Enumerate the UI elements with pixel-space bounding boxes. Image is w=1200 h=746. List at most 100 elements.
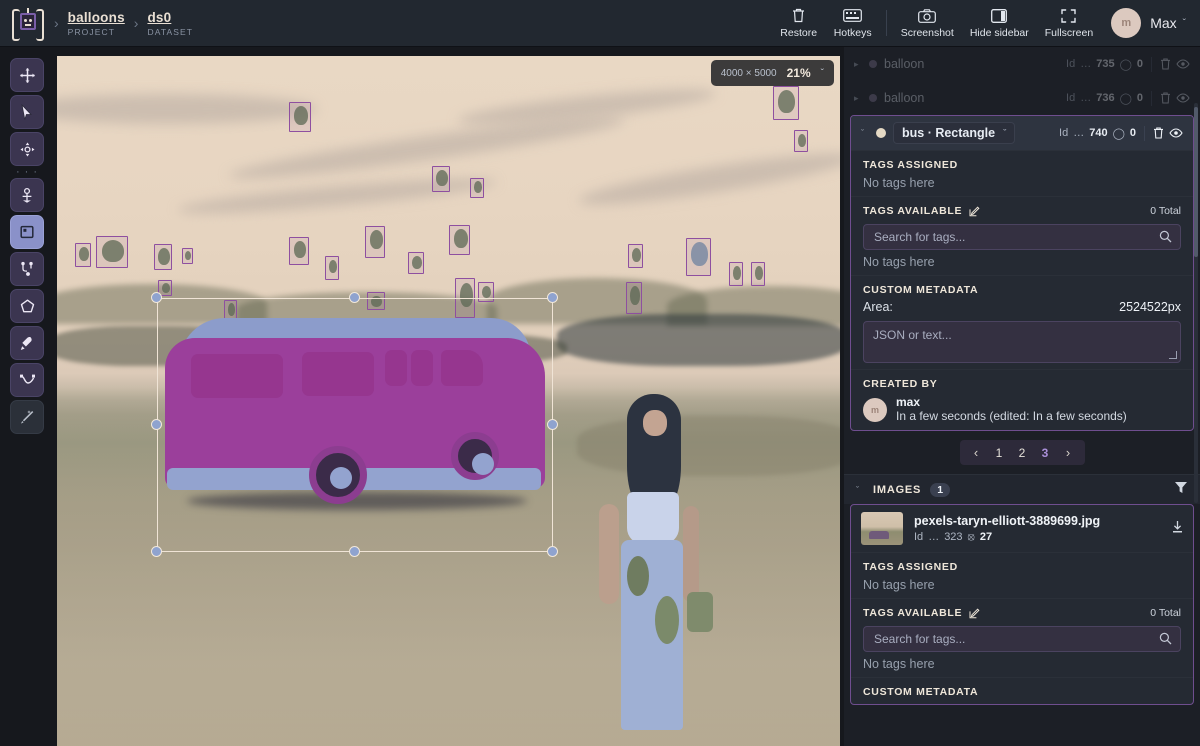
object-row-bus-740[interactable]: ˇ bus · Rectangle ˇ Id … 740 ◯ 0 [851, 116, 1193, 150]
resize-handle-e[interactable] [547, 419, 558, 430]
breadcrumb-dataset[interactable]: ds0 DATASET [147, 10, 193, 37]
bbox-balloon[interactable] [75, 243, 91, 267]
user-name[interactable]: Max [1150, 15, 1176, 31]
search-icon[interactable] [1159, 632, 1172, 648]
select-tool[interactable] [10, 95, 44, 129]
resize-handle-s[interactable] [349, 546, 360, 557]
breadcrumb-project-name[interactable]: balloons [68, 10, 125, 25]
image-list-item[interactable]: pexels-taryn-elliott-3889699.jpg Id … 32… [851, 505, 1193, 552]
tag-icon: ◯ [1112, 127, 1125, 140]
bbox-balloon[interactable] [154, 244, 172, 270]
custom-metadata-placeholder: JSON or text... [873, 328, 952, 342]
delete-object-icon[interactable] [1153, 127, 1164, 139]
object-class-dropdown[interactable]: bus · Rectangle ˇ [893, 122, 1016, 144]
resize-handle-se[interactable] [547, 546, 558, 557]
image-id-prefix: Id [914, 531, 924, 543]
brush-tool[interactable] [10, 326, 44, 360]
bbox-balloon[interactable] [449, 225, 470, 255]
filter-icon[interactable] [1174, 481, 1188, 499]
edit-tags-icon[interactable] [969, 205, 980, 217]
pagination-prev[interactable]: ‹ [966, 442, 987, 463]
delete-object-icon[interactable] [1160, 58, 1171, 70]
selection-rectangle[interactable] [157, 298, 553, 552]
bbox-balloon[interactable] [432, 166, 450, 192]
screenshot-button[interactable]: Screenshot [893, 0, 962, 47]
header-divider [885, 10, 887, 36]
chevron-down-icon[interactable]: ˇ [856, 485, 864, 495]
restore-button[interactable]: Restore [772, 0, 826, 47]
image-custom-metadata-section: CUSTOM METADATA [851, 677, 1193, 704]
chevron-right-icon[interactable]: ▸ [854, 93, 862, 104]
resize-handle-ne[interactable] [547, 292, 558, 303]
pagination-page-2[interactable]: 2 [1012, 442, 1033, 463]
selected-object-card: ˇ bus · Rectangle ˇ Id … 740 ◯ 0 TAGS AS… [850, 115, 1194, 431]
breadcrumb-dataset-name[interactable]: ds0 [147, 10, 193, 25]
polyline-tool[interactable] [10, 252, 44, 286]
transform-tool[interactable] [10, 132, 44, 166]
resize-handle-nw[interactable] [151, 292, 162, 303]
bbox-balloon[interactable] [470, 178, 484, 198]
object-row-balloon-736[interactable]: ▸ balloon Id … 736 ◯ 0 [844, 81, 1200, 115]
image-id-ellipsis: … [928, 531, 940, 543]
bbox-balloon[interactable] [686, 238, 711, 276]
chevron-down-icon[interactable]: ˇ [821, 68, 824, 79]
chevron-down-icon[interactable]: ˇ [1003, 128, 1006, 138]
download-icon[interactable] [1172, 520, 1183, 538]
toggle-visibility-icon[interactable] [1176, 59, 1190, 69]
chevron-down-icon[interactable]: ˇ [861, 128, 869, 138]
anchor-tool[interactable] [10, 178, 44, 212]
bbox-balloon[interactable] [408, 252, 424, 274]
hotkeys-button[interactable]: Hotkeys [826, 0, 880, 47]
bbox-balloon[interactable] [289, 237, 309, 265]
bbox-balloon[interactable] [325, 256, 339, 280]
resize-handle-w[interactable] [151, 419, 162, 430]
restore-icon [792, 7, 805, 24]
polygon-tool[interactable] [10, 289, 44, 323]
pagination-page-1[interactable]: 1 [989, 442, 1010, 463]
bbox-balloon[interactable] [773, 86, 799, 120]
images-section-header[interactable]: ˇ IMAGES 1 [844, 474, 1200, 504]
bbox-balloon[interactable] [289, 102, 311, 132]
bbox-balloon[interactable] [365, 226, 385, 258]
toggle-visibility-icon[interactable] [1169, 128, 1183, 138]
bbox-balloon[interactable] [96, 236, 128, 268]
pan-tool[interactable] [10, 58, 44, 92]
bbox-balloon[interactable] [729, 262, 743, 286]
pagination-page-3[interactable]: 3 [1035, 442, 1056, 463]
fullscreen-button[interactable]: Fullscreen [1037, 0, 1101, 47]
curve-tool[interactable] [10, 363, 44, 397]
robot-logo-icon[interactable] [11, 6, 45, 41]
edit-tags-icon[interactable] [969, 607, 980, 619]
object-row-balloon-735[interactable]: ▸ balloon Id … 735 ◯ 0 [844, 47, 1200, 81]
rectangle-tool[interactable] [10, 215, 44, 249]
bbox-balloon[interactable] [182, 248, 193, 264]
image-canvas[interactable]: 4000 × 5000 21% ˇ [57, 56, 840, 746]
resize-handle-sw[interactable] [151, 546, 162, 557]
pagination-next[interactable]: › [1058, 442, 1079, 463]
breadcrumb-project[interactable]: balloons PROJECT [68, 10, 125, 37]
search-icon[interactable] [1159, 230, 1172, 246]
app-header: › balloons PROJECT › ds0 DATASET Restore… [0, 0, 1200, 47]
object-tag-search-placeholder: Search for tags... [874, 230, 966, 244]
hide-sidebar-button[interactable]: Hide sidebar [962, 0, 1037, 47]
image-tag-search-input[interactable]: Search for tags... [863, 626, 1181, 652]
bbox-balloon[interactable] [628, 244, 643, 268]
zoom-level[interactable]: 21% [787, 66, 811, 80]
bbox-balloon[interactable] [751, 262, 765, 286]
bbox-balloon[interactable] [794, 130, 808, 152]
chevron-down-icon[interactable]: ˇ [1183, 18, 1186, 29]
header-actions: Restore Hotkeys Screenshot Hide sidebar [772, 0, 1200, 47]
tags-assigned-empty: No tags here [863, 176, 935, 190]
object-tag-search-input[interactable]: Search for tags... [863, 224, 1181, 250]
toggle-visibility-icon[interactable] [1176, 93, 1190, 103]
panel-scrollbar-thumb[interactable] [1194, 107, 1198, 257]
bbox-balloon[interactable] [626, 282, 642, 314]
delete-object-icon[interactable] [1160, 92, 1171, 104]
magic-wand-tool[interactable] [10, 400, 44, 434]
resize-handle-n[interactable] [349, 292, 360, 303]
custom-metadata-textarea[interactable]: JSON or text... [863, 321, 1181, 363]
user-avatar[interactable]: m [1111, 8, 1142, 38]
object-id: 740 [1089, 127, 1108, 139]
hotkeys-label: Hotkeys [833, 27, 872, 39]
chevron-right-icon[interactable]: ▸ [854, 59, 862, 70]
